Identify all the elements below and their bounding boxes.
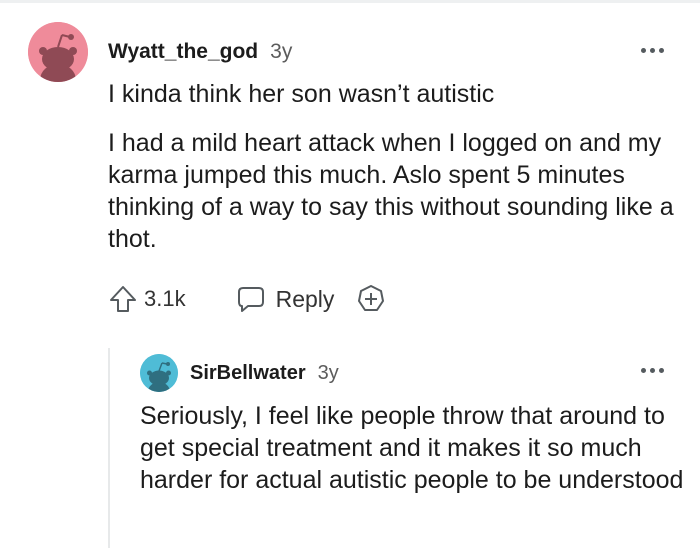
reply-label: Reply bbox=[275, 285, 335, 312]
reply-button[interactable]: Reply bbox=[236, 284, 335, 314]
more-options-button[interactable] bbox=[636, 40, 668, 60]
ellipsis-dot bbox=[649, 367, 655, 373]
reply-text: Seriously, I feel like people throw that… bbox=[140, 402, 684, 494]
avatar[interactable] bbox=[140, 354, 178, 392]
arrow-up-outline-icon bbox=[110, 286, 136, 312]
ellipsis-dot bbox=[658, 47, 664, 53]
comment-paragraph: I kinda think her son wasn’t autistic bbox=[108, 80, 495, 108]
upvote-button[interactable]: 3.1k bbox=[108, 284, 186, 314]
more-options-button[interactable] bbox=[636, 360, 668, 380]
comment-paragraph: I had a mild heart attack when I logged … bbox=[108, 129, 674, 253]
comment-actions: 3.1k Reply bbox=[108, 282, 386, 316]
ellipsis-dot bbox=[658, 367, 664, 373]
snoo-avatar-icon bbox=[140, 354, 178, 392]
timestamp: 3y bbox=[270, 40, 293, 63]
reply-meta: SirBellwater 3y bbox=[190, 362, 339, 385]
ellipsis-horizontal-icon bbox=[640, 47, 646, 53]
username[interactable]: SirBellwater bbox=[190, 362, 306, 385]
snoo-avatar-icon bbox=[28, 22, 88, 82]
speech-bubble-icon bbox=[237, 287, 264, 312]
plus-badge-icon bbox=[358, 285, 385, 311]
thread-line[interactable] bbox=[108, 348, 110, 548]
timestamp: 3y bbox=[317, 362, 339, 384]
top-divider bbox=[0, 0, 700, 3]
comment-meta: Wyatt_the_god 3y bbox=[108, 40, 292, 64]
award-button[interactable] bbox=[356, 284, 386, 314]
avatar[interactable] bbox=[28, 22, 88, 82]
username[interactable]: Wyatt_the_god bbox=[108, 40, 258, 64]
ellipsis-horizontal-icon bbox=[640, 367, 646, 373]
ellipsis-dot bbox=[649, 47, 655, 53]
vote-count: 3.1k bbox=[144, 286, 186, 311]
